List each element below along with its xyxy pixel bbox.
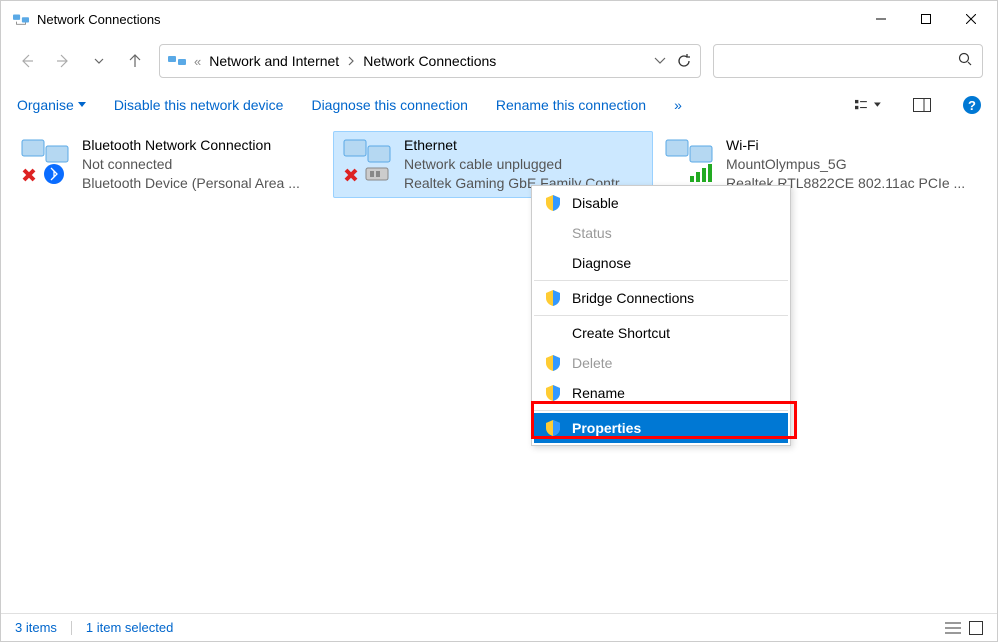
breadcrumb-segment[interactable]: Network Connections — [363, 53, 496, 69]
window-controls — [858, 3, 993, 35]
connection-status: Not connected — [82, 155, 324, 174]
ctx-diagnose[interactable]: Diagnose — [534, 248, 788, 278]
large-icons-view-icon[interactable] — [969, 621, 983, 635]
breadcrumb-prefix: « — [194, 54, 201, 69]
recent-dropdown[interactable] — [87, 49, 111, 73]
toolbar: Organise Disable this network device Dia… — [1, 85, 997, 125]
shield-icon — [544, 354, 562, 372]
shield-icon — [544, 289, 562, 307]
network-connections-window: Network Connections « Network and Intern… — [0, 0, 998, 642]
refresh-icon[interactable] — [676, 53, 692, 69]
disable-device-button[interactable]: Disable this network device — [114, 97, 284, 113]
caret-down-icon — [78, 102, 86, 108]
status-items-count: 3 items — [15, 620, 57, 635]
content-area: Bluetooth Network Connection Not connect… — [1, 125, 997, 613]
ctx-properties[interactable]: Properties — [534, 413, 788, 443]
connection-name: Ethernet — [404, 136, 646, 155]
forward-button[interactable] — [51, 49, 75, 73]
ctx-shortcut[interactable]: Create Shortcut — [534, 318, 788, 348]
ctx-rename[interactable]: Rename — [534, 378, 788, 408]
ctx-status: Status — [534, 218, 788, 248]
statusbar: 3 items 1 item selected — [1, 613, 997, 641]
connection-item-bluetooth[interactable]: Bluetooth Network Connection Not connect… — [11, 131, 331, 198]
status-selected-count: 1 item selected — [86, 620, 173, 635]
up-button[interactable] — [123, 49, 147, 73]
address-bar[interactable]: « Network and Internet Network Connectio… — [159, 44, 701, 78]
wifi-connection-icon — [662, 136, 718, 186]
view-options-button[interactable] — [855, 92, 881, 118]
connection-device: Bluetooth Device (Personal Area ... — [82, 174, 324, 193]
caret-down-icon — [874, 102, 881, 108]
nav-bar: « Network and Internet Network Connectio… — [1, 37, 997, 85]
ctx-disable[interactable]: Disable — [534, 188, 788, 218]
rename-connection-button[interactable]: Rename this connection — [496, 97, 646, 113]
maximize-button[interactable] — [903, 3, 948, 35]
breadcrumb-segment[interactable]: Network and Internet — [209, 53, 339, 69]
diagnose-connection-button[interactable]: Diagnose this connection — [311, 97, 467, 113]
connection-status: Network cable unplugged — [404, 155, 646, 174]
separator — [71, 621, 72, 635]
connection-status: MountOlympus_5G — [726, 155, 968, 174]
chevron-right-icon — [347, 56, 355, 66]
separator — [534, 280, 788, 281]
location-icon — [168, 53, 186, 69]
help-button[interactable]: ? — [963, 96, 981, 114]
connection-name: Bluetooth Network Connection — [82, 136, 324, 155]
bluetooth-connection-icon — [18, 136, 74, 186]
connection-name: Wi-Fi — [726, 136, 968, 155]
toolbar-overflow-button[interactable]: » — [674, 97, 682, 113]
separator — [534, 315, 788, 316]
ctx-bridge[interactable]: Bridge Connections — [534, 283, 788, 313]
titlebar: Network Connections — [1, 1, 997, 37]
back-button[interactable] — [15, 49, 39, 73]
ctx-delete: Delete — [534, 348, 788, 378]
close-button[interactable] — [948, 3, 993, 35]
search-box[interactable] — [713, 44, 983, 78]
minimize-button[interactable] — [858, 3, 903, 35]
shield-icon — [544, 419, 562, 437]
separator — [534, 410, 788, 411]
preview-pane-button[interactable] — [909, 92, 935, 118]
shield-icon — [544, 384, 562, 402]
ethernet-connection-icon — [340, 136, 396, 186]
chevron-down-icon[interactable] — [654, 57, 666, 65]
window-title: Network Connections — [37, 12, 858, 27]
organise-menu[interactable]: Organise — [17, 97, 86, 113]
list-view-icon[interactable] — [945, 621, 961, 635]
shield-icon — [544, 194, 562, 212]
app-icon — [13, 12, 29, 26]
context-menu: Disable Status Diagnose Bridge Connectio… — [531, 185, 791, 446]
search-icon — [958, 52, 972, 71]
